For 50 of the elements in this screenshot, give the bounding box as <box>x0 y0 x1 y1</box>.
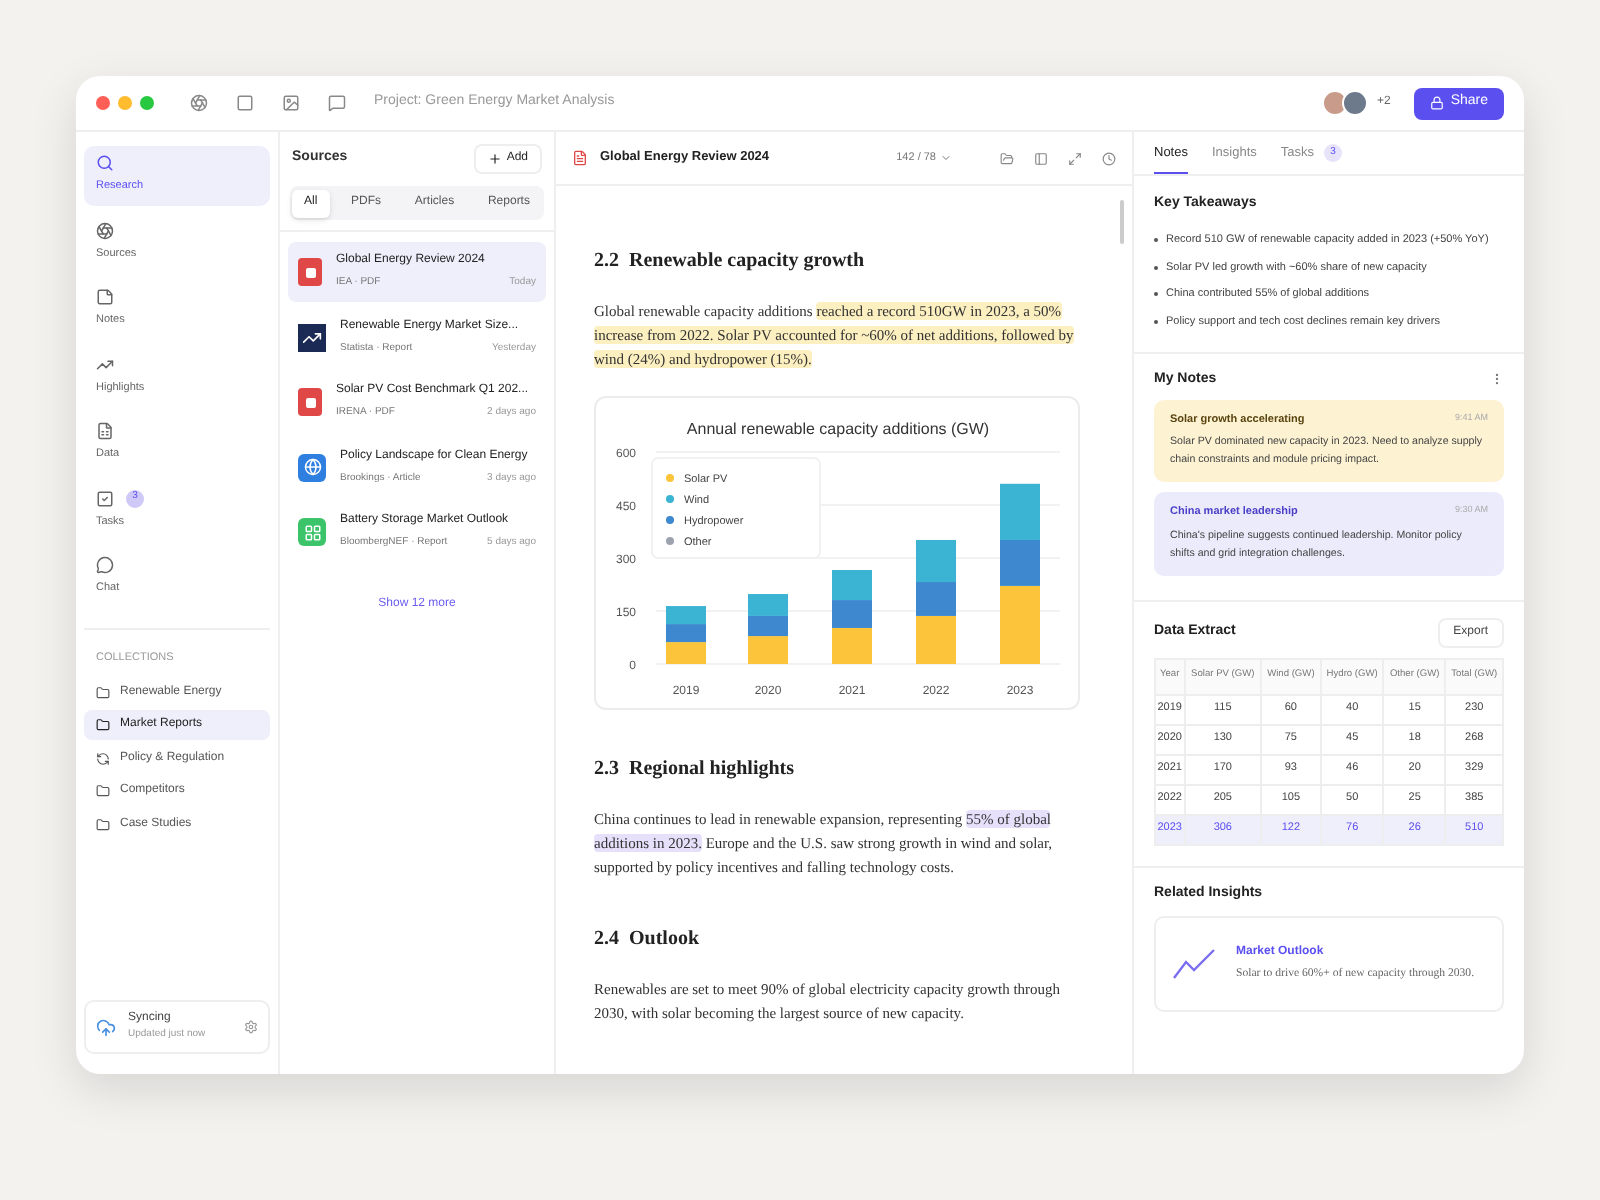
section-heading: 2.2 Renewable capacity growth <box>594 248 867 276</box>
bar-segment <box>748 615 788 637</box>
chevron-down-icon <box>940 152 952 164</box>
bar-segment <box>832 600 872 628</box>
message-icon[interactable] <box>328 94 346 112</box>
bar-segment <box>1000 483 1040 540</box>
trend-line-icon <box>1172 948 1216 980</box>
pdf-file-icon <box>572 150 588 166</box>
chat-bubble-icon <box>96 556 114 574</box>
globe-logo-icon <box>298 453 326 481</box>
search-icon <box>96 154 114 172</box>
avatar <box>1342 90 1369 116</box>
folder-icon[interactable] <box>1000 151 1014 165</box>
grid-logo-icon <box>298 518 326 546</box>
expand-icon[interactable] <box>1068 151 1082 165</box>
bar-segment <box>666 642 706 664</box>
pdf-file-icon <box>298 258 322 286</box>
panel-icon[interactable] <box>1034 151 1048 165</box>
aperture-icon[interactable] <box>190 94 208 112</box>
folder-icon <box>96 718 110 733</box>
checkbox-icon <box>96 489 114 507</box>
folder-icon <box>96 784 110 799</box>
bar-segment <box>832 627 872 664</box>
settings-icon[interactable] <box>244 1020 258 1034</box>
aperture-icon <box>96 221 114 239</box>
bar-segment <box>916 540 956 583</box>
plus-icon <box>488 152 503 166</box>
bar-segment <box>666 606 706 625</box>
bar-segment <box>832 570 872 601</box>
chart-logo-icon <box>298 323 326 351</box>
cloud-icon <box>96 1017 116 1037</box>
folder-icon <box>96 685 110 700</box>
chart-title: Annual renewable capacity additions (GW) <box>686 420 990 438</box>
trend-line-icon <box>96 355 114 373</box>
section-heading: 2.3 Regional highlights <box>594 756 797 784</box>
square-icon[interactable] <box>236 94 254 112</box>
image-icon[interactable] <box>282 94 300 112</box>
avatar <box>1322 90 1349 116</box>
bar-segment <box>666 624 706 643</box>
pdf-file-icon <box>298 388 322 416</box>
bar-segment <box>748 594 788 616</box>
lock-icon <box>1430 96 1445 110</box>
section-heading: 2.4 Outlook <box>594 926 702 954</box>
note-icon <box>96 288 114 306</box>
spreadsheet-icon <box>96 422 114 440</box>
refresh-icon <box>96 751 110 766</box>
bar-segment <box>748 636 788 664</box>
folder-icon <box>96 817 110 832</box>
scrollbar-thumb[interactable] <box>1120 200 1124 244</box>
clock-icon[interactable] <box>1102 151 1116 165</box>
